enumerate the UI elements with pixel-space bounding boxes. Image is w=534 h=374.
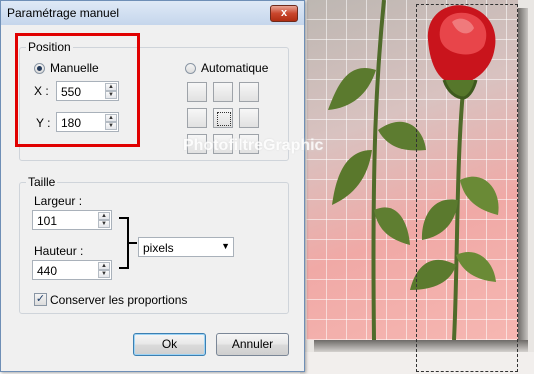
selection-marquee[interactable]	[416, 4, 518, 372]
cancel-button[interactable]: Annuler	[216, 333, 289, 356]
anchor-top-right[interactable]	[239, 82, 259, 102]
width-label: Largeur :	[34, 194, 83, 208]
size-group-label: Taille	[26, 175, 58, 189]
unit-select[interactable]: pixels ▼	[138, 237, 234, 257]
arrow-up-icon[interactable]: ▲	[98, 262, 110, 270]
checkmark-icon: ✓	[35, 293, 46, 305]
watermark-text: PhotofiltreGraphic	[183, 137, 324, 154]
unit-select-value: pixels	[143, 241, 174, 255]
arrow-down-icon[interactable]: ▼	[98, 270, 110, 278]
anchor-middle-left[interactable]	[187, 108, 207, 128]
link-bracket	[119, 217, 129, 269]
keep-ratio-label[interactable]: Conserver les proportions	[50, 293, 187, 307]
keep-ratio-checkbox[interactable]: ✓	[34, 293, 47, 306]
height-value: 440	[37, 264, 58, 278]
height-spinbox[interactable]: 440 ▲ ▼	[32, 260, 112, 280]
anchor-top-left[interactable]	[187, 82, 207, 102]
chevron-down-icon[interactable]: ▼	[221, 241, 230, 251]
arrow-down-icon[interactable]: ▼	[98, 220, 110, 228]
width-value: 101	[37, 214, 58, 228]
manual-settings-dialog: Paramétrage manuel x Position Manuelle A…	[0, 0, 323, 372]
highlight-box	[15, 33, 140, 147]
frame-shadow-right	[518, 8, 528, 348]
arrow-up-icon[interactable]: ▲	[98, 212, 110, 220]
anchor-middle-center[interactable]	[213, 108, 233, 128]
radio-automatic[interactable]	[185, 63, 196, 74]
close-button[interactable]: x	[270, 5, 298, 22]
dialog-title: Paramétrage manuel	[7, 6, 120, 20]
anchor-middle-right[interactable]	[239, 108, 259, 128]
ok-button[interactable]: Ok	[133, 333, 206, 356]
anchor-top-center[interactable]	[213, 82, 233, 102]
height-label: Hauteur :	[34, 244, 84, 258]
title-bar[interactable]: Paramétrage manuel x	[1, 1, 304, 25]
radio-automatic-label[interactable]: Automatique	[201, 61, 268, 75]
link-bracket-tick	[129, 242, 137, 244]
close-icon: x	[280, 7, 288, 19]
width-spinbox[interactable]: 101 ▲ ▼	[32, 210, 112, 230]
image-canvas	[300, 0, 534, 374]
